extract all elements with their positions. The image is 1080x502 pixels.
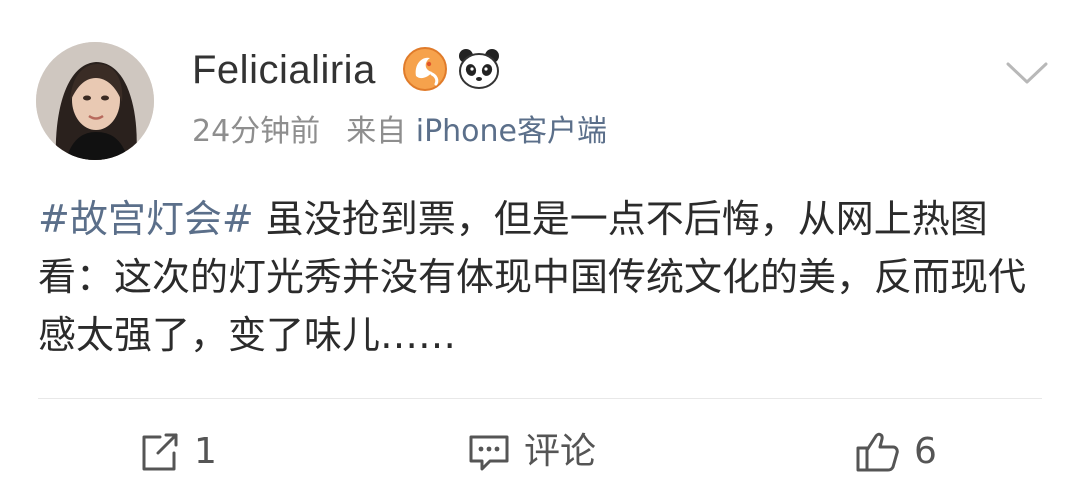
comment-button[interactable]: 评论	[466, 422, 596, 482]
panda-badge-icon[interactable]	[456, 46, 502, 92]
avatar[interactable]	[36, 42, 154, 160]
comment-label: 评论	[524, 431, 597, 472]
repost-button[interactable]: 1	[136, 422, 217, 482]
avatar-photo	[36, 42, 154, 160]
post-meta: 24分钟前 来自 iPhone客户端	[192, 112, 607, 152]
like-button[interactable]: 6	[854, 422, 937, 482]
post-source-prefix: 来自	[346, 114, 407, 149]
comment-icon	[469, 435, 509, 471]
fox-badge-icon[interactable]	[402, 46, 448, 92]
post-source-client[interactable]: iPhone客户端	[416, 114, 607, 149]
share-icon	[142, 433, 178, 471]
like-count: 6	[914, 431, 937, 472]
username[interactable]: Felicialiria	[192, 44, 376, 96]
repost-count: 1	[194, 431, 217, 472]
weibo-post-card: Felicialiria 24分钟前 来自 iPhone客户端 #故宫灯会# 虽没…	[0, 0, 1080, 502]
chevron-down-icon[interactable]	[1004, 58, 1050, 88]
post-time: 24分钟前	[192, 114, 321, 149]
post-content: #故宫灯会# 虽没抢到票，但是一点不后悔，从网上热图看：这次的灯光秀并没有体现中…	[38, 190, 1048, 364]
thumbs-up-icon	[856, 432, 899, 472]
divider	[38, 398, 1042, 399]
hashtag-link[interactable]: #故宫灯会#	[38, 197, 254, 241]
